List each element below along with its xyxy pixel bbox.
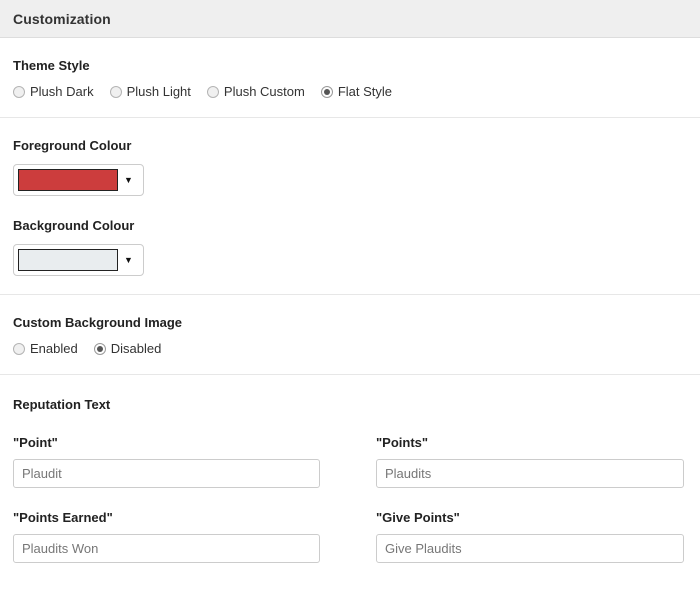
theme-style-radio-group: Plush Dark Plush Light Plush Custom Flat… xyxy=(13,84,687,99)
theme-style-label: Theme Style xyxy=(13,58,90,73)
radio-icon-enabled[interactable] xyxy=(13,342,25,355)
radio-icon-disabled[interactable] xyxy=(93,342,106,355)
chevron-down-icon[interactable]: ▼ xyxy=(118,255,139,265)
custom-background-image-label: Custom Background Image xyxy=(13,315,183,330)
radio-icon-plush-custom[interactable] xyxy=(206,85,219,98)
radio-option-plush-dark[interactable]: Plush Dark xyxy=(13,84,94,99)
radio-option-flat-style[interactable]: Flat Style xyxy=(320,84,393,99)
field-points-earned: "Points Earned" xyxy=(13,510,320,563)
radio-option-plush-light[interactable]: Plush Light xyxy=(109,84,191,99)
panel-header: Customization xyxy=(0,0,700,38)
field-point: "Point" xyxy=(13,435,320,488)
section-reputation-text: Reputation Text "Point" "Points" "Points… xyxy=(0,375,700,563)
background-colour-swatch xyxy=(18,249,118,271)
radio-label-plush-dark: Plush Dark xyxy=(30,84,94,99)
field-points: "Points" xyxy=(376,435,684,488)
section-colours: Foreground Colour ▼ Background Colour ▼ xyxy=(0,118,700,294)
field-give-points: "Give Points" xyxy=(376,510,684,563)
radio-option-disabled[interactable]: Disabled xyxy=(93,341,162,356)
foreground-colour-swatch xyxy=(18,169,118,191)
input-give-points[interactable] xyxy=(376,534,684,563)
radio-label-disabled: Disabled xyxy=(110,341,162,356)
section-custom-background-image: Custom Background Image Enabled Disabled xyxy=(0,295,700,374)
reputation-text-grid: "Point" "Points" "Points Earned" "Give P… xyxy=(13,435,687,563)
section-theme-style: Theme Style Plush Dark Plush Light Plush… xyxy=(0,38,700,117)
radio-option-enabled[interactable]: Enabled xyxy=(13,341,78,356)
label-give-points: "Give Points" xyxy=(376,510,460,525)
page-title: Customization xyxy=(13,10,111,27)
input-point[interactable] xyxy=(13,459,320,488)
radio-label-plush-custom: Plush Custom xyxy=(223,84,305,99)
radio-label-flat-style: Flat Style xyxy=(337,84,393,99)
grid-spacer xyxy=(320,510,376,563)
customization-panel: Customization Theme Style Plush Dark Plu… xyxy=(0,0,700,590)
chevron-down-icon[interactable]: ▼ xyxy=(118,175,139,185)
radio-label-plush-light: Plush Light xyxy=(126,84,191,99)
foreground-colour-picker[interactable]: ▼ xyxy=(13,164,144,196)
radio-icon-plush-light[interactable] xyxy=(109,85,122,98)
foreground-colour-label: Foreground Colour xyxy=(13,138,132,153)
label-points: "Points" xyxy=(376,435,429,450)
radio-icon-plush-dark[interactable] xyxy=(13,85,25,98)
input-points-earned[interactable] xyxy=(13,534,320,563)
reputation-text-label: Reputation Text xyxy=(13,397,111,412)
label-point: "Point" xyxy=(13,435,58,450)
radio-icon-flat-style[interactable] xyxy=(320,85,333,98)
radio-label-enabled: Enabled xyxy=(30,341,78,356)
radio-option-plush-custom[interactable]: Plush Custom xyxy=(206,84,305,99)
label-points-earned: "Points Earned" xyxy=(13,510,113,525)
input-points[interactable] xyxy=(376,459,684,488)
background-colour-label: Background Colour xyxy=(13,218,135,233)
grid-spacer xyxy=(320,435,376,488)
background-colour-picker[interactable]: ▼ xyxy=(13,244,144,276)
custom-background-image-radio-group: Enabled Disabled xyxy=(13,341,687,356)
